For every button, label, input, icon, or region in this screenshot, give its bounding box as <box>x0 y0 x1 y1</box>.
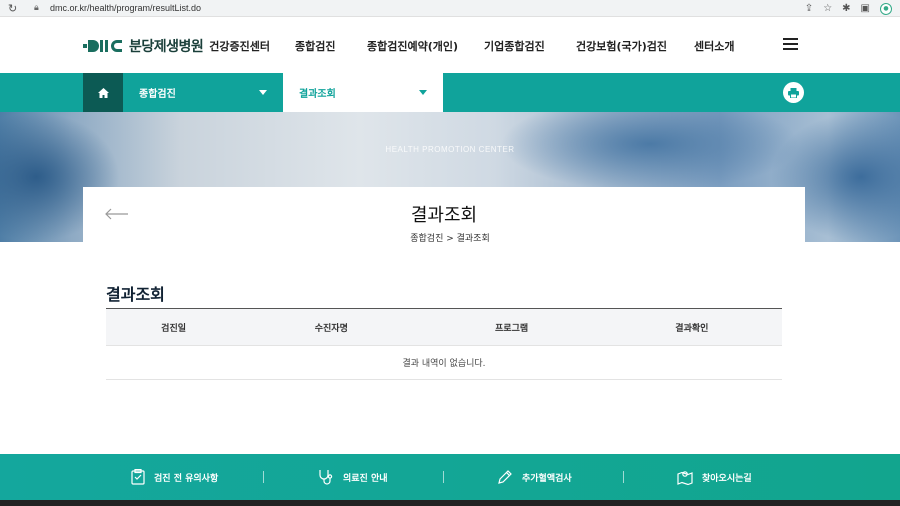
breadcrumb: 종합검진 > 결과조회 <box>410 234 490 244</box>
share-icon[interactable]: ⇪ <box>805 3 813 14</box>
site-header: 분당제생병원 건강증진센터 종합검진 종합검진예약(개인) 기업종합검진 건강보… <box>0 17 900 73</box>
printer-icon <box>788 87 799 98</box>
star-icon[interactable]: ☆ <box>823 3 832 14</box>
quick-link-doctors[interactable]: 의료진 안내 <box>318 454 388 500</box>
main-content: 종합검진 > 결과조회 결과조회 검진일 수진자명 프로그램 결과확인 결과 내… <box>0 234 900 454</box>
page-title: 결과조회 <box>410 205 478 226</box>
category-dropdown-label: 종합검진 <box>139 89 176 100</box>
quick-link-directions[interactable]: 찾아오시는길 <box>677 454 752 500</box>
logo-sub: 건강증진센터 <box>209 40 271 53</box>
page-dropdown[interactable]: 결과조회 <box>283 73 443 112</box>
logo-name: 분당제생병원 <box>129 39 204 55</box>
column-header-date: 검진일 <box>106 308 242 346</box>
category-dropdown[interactable]: 종합검진 <box>123 73 283 112</box>
column-header-program: 프로그램 <box>421 308 602 346</box>
quick-links-bar: 검진 전 유의사항 의료진 안내 추가혈액검사 찾아오시는길 <box>0 454 900 500</box>
browser-chrome: ↻ 🔒︎ dmc.or.kr/health/program/resultList… <box>0 0 900 17</box>
column-header-name: 수진자명 <box>241 308 422 346</box>
result-table: 검진일 수진자명 프로그램 결과확인 결과 내역이 없습니다. <box>106 308 782 380</box>
map-icon <box>677 471 693 485</box>
nav-item-checkup[interactable]: 종합검진 <box>295 38 367 54</box>
pen-icon <box>498 470 512 484</box>
nav-item-reservation[interactable]: 종합검진예약(개인) <box>367 38 484 54</box>
quick-link-label: 추가혈액검사 <box>522 473 572 484</box>
extensions-icon[interactable]: ✱ <box>842 3 850 14</box>
clipboard-icon <box>131 469 145 485</box>
quick-link-precautions[interactable]: 검진 전 유의사항 <box>131 454 218 500</box>
quick-link-blood-test[interactable]: 추가혈액검사 <box>497 454 572 500</box>
table-row: 결과 내역이 없습니다. <box>106 345 782 380</box>
nav-item-about[interactable]: 센터소개 <box>694 38 734 54</box>
page-dropdown-label: 결과조회 <box>299 89 336 100</box>
stethoscope-icon <box>319 470 333 485</box>
reload-icon[interactable]: ↻ <box>8 2 24 15</box>
footer-strip <box>0 500 900 506</box>
caret-down-icon <box>259 90 267 95</box>
address-bar[interactable]: dmc.or.kr/health/program/resultList.do <box>50 3 201 13</box>
logo-mark-icon <box>83 39 123 53</box>
quick-link-label: 의료진 안내 <box>343 473 388 484</box>
hero-tagline: HEALTH PROMOTION CENTER <box>385 145 515 154</box>
lock-icon[interactable]: 🔒︎ <box>34 3 46 13</box>
caret-down-icon <box>419 90 427 95</box>
menu-icon[interactable] <box>783 38 798 50</box>
nav-item-national[interactable]: 건강보험(국가)검진 <box>576 38 694 54</box>
column-header-result: 결과확인 <box>601 308 782 346</box>
print-button[interactable] <box>783 82 804 103</box>
home-icon <box>97 87 109 98</box>
sub-nav: 종합검진 결과조회 <box>0 73 900 112</box>
empty-message: 결과 내역이 없습니다. <box>106 345 782 380</box>
main-nav: 종합검진 종합검진예약(개인) 기업종합검진 건강보험(국가)검진 센터소개 <box>295 38 734 54</box>
quick-link-label: 찾아오시는길 <box>702 473 752 484</box>
sidepanel-icon[interactable]: ▣ <box>861 3 870 14</box>
section-title: 결과조회 <box>106 285 165 304</box>
home-button[interactable] <box>83 73 123 112</box>
nav-item-corporate[interactable]: 기업종합검진 <box>484 38 576 54</box>
hero-banner: HEALTH PROMOTION CENTER 결과조회 <box>0 112 900 242</box>
profile-avatar[interactable]: ● <box>880 2 892 15</box>
site-logo[interactable]: 분당제생병원 건강증진센터 <box>83 36 270 56</box>
quick-link-label: 검진 전 유의사항 <box>154 473 219 484</box>
